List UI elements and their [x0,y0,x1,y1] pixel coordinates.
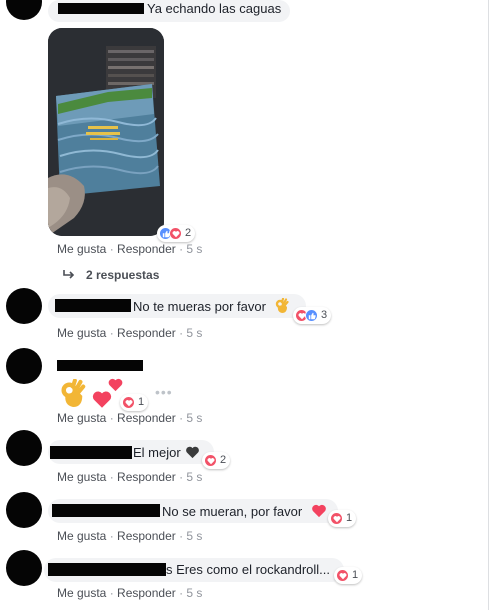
reaction-count: 2 [220,454,227,466]
reaction-count: 1 [138,396,145,408]
redacted-name[interactable] [50,446,132,459]
photo-image [48,28,164,236]
love-icon [204,454,217,467]
ok-hand-emoji [60,378,86,414]
timestamp[interactable]: 5 s [186,242,202,256]
comment-actions: Me gusta · Responder · 5 s [57,529,203,543]
reply-arrow-icon [62,268,76,286]
redacted-name[interactable] [57,360,143,371]
like-link[interactable]: Me gusta [57,411,106,425]
reply-link[interactable]: Responder [117,470,176,484]
heart-emoji [311,503,327,523]
black-heart-emoji [185,445,200,464]
ok-hand-emoji [275,297,289,319]
comment-photo[interactable] [48,28,164,236]
redacted-name[interactable] [48,563,166,576]
avatar[interactable] [6,348,42,384]
view-replies-link[interactable]: 2 respuestas [86,268,159,282]
comment-text: No te mueras por favor [133,299,266,314]
reaction-count: 3 [321,309,328,321]
comment-actions: Me gusta · Responder · 5 s [57,242,203,256]
avatar[interactable] [6,288,42,324]
comment-text: s Eres como el rockandroll... [166,562,331,577]
avatar[interactable] [6,550,42,586]
like-link[interactable]: Me gusta [57,242,106,256]
like-icon [305,309,318,322]
reaction-summary[interactable]: 1 [334,567,363,584]
like-link[interactable]: Me gusta [57,586,106,600]
timestamp[interactable]: 5 s [186,411,202,425]
avatar[interactable] [6,492,42,528]
love-icon [330,512,343,525]
like-link[interactable]: Me gusta [57,529,106,543]
reply-link[interactable]: Responder [117,529,176,543]
reaction-count: 1 [352,569,359,581]
reaction-summary[interactable]: 1 [328,510,357,527]
reaction-summary[interactable]: 3 [293,307,332,324]
comment-text: Ya echando las caguas [147,1,282,16]
timestamp[interactable]: 5 s [186,326,202,340]
comment-actions: Me gusta · Responder · 5 s [57,411,203,425]
redacted-name[interactable] [55,299,131,312]
reaction-summary[interactable]: 2 [202,452,231,469]
like-link[interactable]: Me gusta [57,326,106,340]
more-options-icon[interactable]: ••• [155,384,173,400]
reaction-summary[interactable]: 2 [157,225,196,242]
comment-text: No se mueran, por favor [162,504,303,519]
love-icon [336,569,349,582]
avatar[interactable] [6,430,42,466]
reply-link[interactable]: Responder [117,411,176,425]
reaction-count: 1 [346,512,353,524]
redacted-name[interactable] [52,504,160,517]
timestamp[interactable]: 5 s [186,470,202,484]
love-icon [122,396,135,409]
comment-text: El mejor [133,445,181,460]
like-link[interactable]: Me gusta [57,470,106,484]
reply-link[interactable]: Responder [117,326,176,340]
heart-emoji [107,377,124,397]
comment-actions: Me gusta · Responder · 5 s [57,470,203,484]
panel-border [488,0,489,610]
avatar[interactable] [6,0,42,20]
reaction-count: 2 [185,227,192,239]
timestamp[interactable]: 5 s [186,586,202,600]
reaction-summary[interactable]: 1 [120,394,149,411]
reply-link[interactable]: Responder [117,242,176,256]
reply-link[interactable]: Responder [117,586,176,600]
redacted-name[interactable] [58,3,144,14]
comment-actions: Me gusta · Responder · 5 s [57,326,203,340]
comment-actions: Me gusta · Responder · 5 s [57,586,203,600]
timestamp[interactable]: 5 s [186,529,202,543]
love-icon [169,227,182,240]
